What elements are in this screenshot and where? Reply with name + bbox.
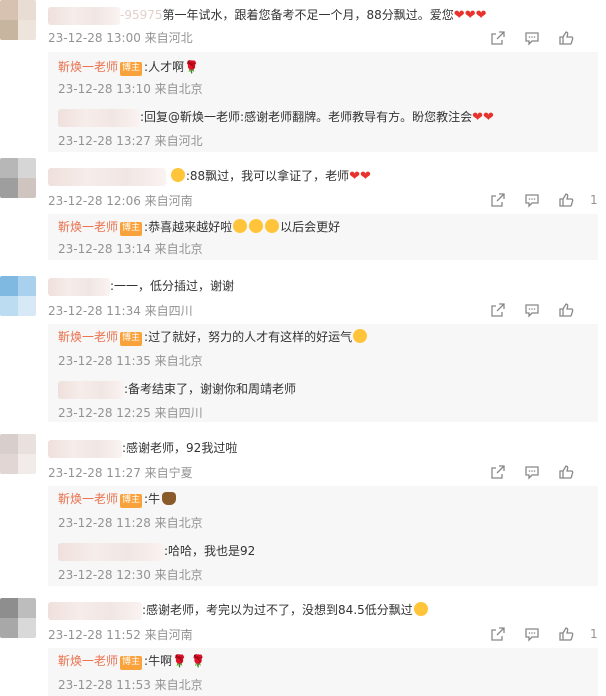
reply-text: :备考结束了，谢谢你和周靖老师 [124,382,297,396]
reply-text: :牛 [144,492,161,506]
reply-block: 靳焕一老师 博主:人才啊🌹 23-12-28 13:10 来自北京 :回复@靳焕一… [48,52,598,152]
heart-icon: ❤❤ [472,110,494,125]
like-icon[interactable] [558,464,574,480]
reply-author[interactable]: 靳焕一老师 [58,654,118,668]
avatar[interactable] [0,0,36,40]
emoji-icon [170,168,185,182]
reply-meta: 23-12-28 13:14 来自北京 [58,242,203,256]
blurred-username[interactable] [48,167,166,186]
comment-actions [490,28,600,48]
share-icon[interactable] [490,626,506,642]
share-icon[interactable] [490,30,506,46]
reply: 靳焕一老师 博主:恭喜越来越好啦 以后会更好 [58,218,340,236]
emoji-icon [249,219,264,233]
like-icon[interactable] [558,192,574,208]
reply: 靳焕一老师 博主:牛啊🌹 🌹 [58,652,206,670]
reply-author[interactable]: 靳焕一老师 [58,330,118,344]
blurred-username[interactable] [58,542,164,561]
comment-actions [490,462,600,482]
like-icon[interactable] [558,30,574,46]
heart-icon: ❤❤ [349,169,371,184]
reply-block: 靳焕一老师 博主:牛啊🌹 🌹 23-12-28 11:53 来自北京 [48,648,598,696]
avatar[interactable] [0,434,36,474]
comment-text: :感谢老师，92我过啦 [48,439,237,458]
comment-icon[interactable] [524,302,540,318]
like-icon[interactable] [558,626,574,642]
comment-text: :感谢老师，考完以为过不了，没想到84.5低分飘过 [48,601,429,620]
reply: :哈哈，我也是92 [58,542,255,561]
reply-author[interactable]: 靳焕一老师 [58,492,118,506]
comment-actions: 1 [490,190,600,210]
reply-meta: 23-12-28 12:25 来自四川 [58,406,203,420]
comment-actions: 1 [490,624,600,644]
like-icon[interactable] [558,302,574,318]
comment-icon[interactable] [524,464,540,480]
like-count: 1 [590,193,598,207]
reply-meta: 23-12-28 11:53 来自北京 [58,678,203,692]
reply-meta: 23-12-28 11:28 来自北京 [58,516,203,530]
blurred-username[interactable] [48,6,120,25]
emoji-icon [265,219,280,233]
comment-meta: 23-12-28 11:34 来自四川 [48,304,193,318]
reply: :回复@靳焕一老师:感谢老师翻牌。老师教导有方。盼您教注会❤❤ [58,108,494,127]
reply-author[interactable]: 靳焕一老师 [58,220,118,234]
comment-text: :一一，低分插过，谢谢 [48,277,234,296]
share-icon[interactable] [490,192,506,208]
blogger-badge: 博主 [120,494,143,508]
avatar[interactable] [0,158,36,198]
rose-icon: 🌹 [184,60,200,74]
blogger-badge: 博主 [120,656,143,670]
emoji-icon [413,602,428,616]
reply-block: 靳焕一老师 博主:恭喜越来越好啦 以后会更好 23-12-28 13:14 来自北京 [48,214,598,260]
comment-icon[interactable] [524,626,540,642]
blurred-username[interactable] [58,380,124,399]
comment-text: :88飘过，我可以拿证了，老师❤❤ [48,167,371,186]
comment-meta: 23-12-28 13:00 来自河北 [48,31,193,45]
share-icon[interactable] [490,464,506,480]
reply-text-after: 以后会更好 [280,220,341,234]
comment-icon[interactable] [524,30,540,46]
avatar[interactable] [0,598,36,638]
avatar[interactable] [0,276,36,316]
reply: :备考结束了，谢谢你和周靖老师 [58,380,296,399]
like-count: 1 [590,627,598,641]
reply: 靳焕一老师 博主:过了就好，努力的人才有这样的好运气 [58,328,368,346]
comment-meta: 23-12-28 12:06 来自河南 [48,194,193,208]
reply-text: :牛啊 [144,654,173,668]
emoji-icon [233,219,248,233]
reply-text: :哈哈，我也是92 [164,544,256,558]
blogger-badge: 博主 [120,332,143,346]
cow-icon [162,492,177,505]
reply: 靳焕一老师 博主:牛 [58,490,177,508]
reply-meta: 23-12-28 12:30 来自北京 [58,568,203,582]
emoji-icon [353,329,368,343]
reply-text: :过了就好，努力的人才有这样的好运气 [144,330,353,344]
reply-text: :回复@靳焕一老师:感谢老师翻牌。老师教导有方。盼您教注会 [140,110,473,124]
blogger-badge: 博主 [120,222,143,236]
reply-text: :恭喜越来越好啦 [144,220,233,234]
reply-meta: 23-12-28 13:27 来自河北 [58,134,203,148]
blurred-username[interactable] [58,108,140,127]
comment-meta: 23-12-28 11:27 来自宁夏 [48,466,193,480]
blogger-badge: 博主 [120,62,143,76]
rose-icon: 🌹 🌹 [172,654,206,668]
blurred-username[interactable] [48,601,142,620]
share-icon[interactable] [490,302,506,318]
comment-text: -95975第一年试水，跟着您备考不足一个月，88分飘过。爱您❤❤❤ [48,6,486,25]
blurred-username[interactable] [48,439,122,458]
reply-text: :人才啊 [144,60,185,74]
heart-icon: ❤❤❤ [453,8,487,23]
reply: 靳焕一老师 博主:人才啊🌹 [58,58,199,76]
reply-block: 靳焕一老师 博主:牛 23-12-28 11:28 来自北京 :哈哈，我也是92 … [48,486,598,586]
comment-meta: 23-12-28 11:52 来自河南 [48,628,193,642]
comment-icon[interactable] [524,192,540,208]
reply-meta: 23-12-28 11:35 来自北京 [58,354,203,368]
reply-author[interactable]: 靳焕一老师 [58,60,118,74]
username-suffix: -95975 [120,8,163,22]
comment-actions [490,300,600,320]
blurred-username[interactable] [48,277,110,296]
reply-block: 靳焕一老师 博主:过了就好，努力的人才有这样的好运气 23-12-28 11:35… [48,324,598,422]
reply-meta: 23-12-28 13:10 来自北京 [58,82,203,96]
